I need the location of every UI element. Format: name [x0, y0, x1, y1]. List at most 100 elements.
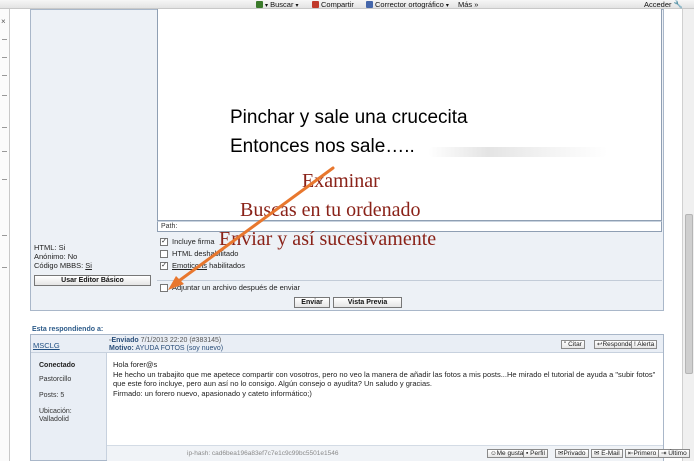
post-date: ▫Enviado 7/1/2013 22:20 (#383145) [109, 337, 223, 345]
mas-button[interactable]: Más » [458, 0, 478, 9]
annotation-line-1: Pinchar y sale una crucecita [230, 107, 468, 128]
post-meta: ▫Enviado 7/1/2013 22:20 (#383145) Motivo… [109, 337, 223, 353]
annotation-line-2: Entonces nos sale….. [230, 136, 415, 157]
send-button[interactable]: Enviar [294, 297, 330, 308]
post-signature: Firmado: un forero nuevo, apasionado y c… [113, 388, 312, 398]
sidebar-marker [2, 75, 7, 76]
share-icon [312, 1, 319, 8]
mbbs-setting: Código MBBS: Si [34, 261, 92, 270]
ip-hash: ip-hash: cad6bea196a83ef7c7e1c9c99bc5501… [187, 450, 339, 457]
close-icon[interactable]: × [1, 17, 6, 26]
scrollbar-thumb[interactable] [685, 214, 693, 374]
first-button[interactable]: ⇤Primero [625, 449, 660, 458]
quote-button[interactable]: " Citar [561, 340, 585, 349]
acceder-label: Acceder [644, 0, 672, 9]
last-button[interactable]: ⇥ Último [658, 449, 690, 458]
sent-date: 7/1/2013 22:20 (#383145) [140, 337, 222, 344]
mas-label: Más [458, 0, 473, 9]
mbbs-link[interactable]: Si [85, 261, 92, 270]
motivo-label: Motivo: [109, 345, 134, 352]
email-button[interactable]: ✉ E-Mail [591, 449, 623, 458]
options-divider [157, 280, 662, 281]
corrector-label: Corrector ortográfico [375, 0, 444, 9]
emoticons-checkbox[interactable] [160, 262, 168, 270]
basic-editor-button[interactable]: Usar Editor Básico [34, 275, 151, 286]
replying-to-header: Esta respondiendo a: [32, 326, 104, 333]
post-footer-bar: ip-hash: cad6bea196a83ef7c7e1c9c99bc5501… [107, 445, 690, 461]
like-button[interactable]: ☺Me gusta [487, 449, 527, 458]
email-label: E-Mail [601, 450, 620, 457]
attach-option-row: Adjuntar un archivo después de enviar [157, 282, 657, 294]
include-signature-checkbox[interactable] [160, 238, 168, 246]
sidebar-marker [2, 95, 7, 96]
emoticons-option[interactable]: Emoticons habilitados [157, 260, 657, 272]
user-location-label: Ubicación: [39, 408, 72, 415]
annotation-step-enviar: Enviar y así sucesivamente [219, 228, 437, 250]
post-subject: Motivo: AYUDA FOTOS (soy nuevo) [109, 345, 223, 353]
blurred-text [428, 147, 608, 157]
path-label: Path: [161, 223, 178, 230]
post-author-link[interactable]: MSCLG [33, 341, 60, 350]
option-label: habilitados [207, 261, 245, 270]
user-rank: Pastorcillo [39, 376, 72, 383]
compartir-button[interactable]: Compartir [312, 0, 354, 9]
like-label: Me gusta [496, 450, 524, 457]
sidebar-marker [2, 235, 7, 236]
alert-icon: ! [634, 341, 636, 348]
sidebar-marker [2, 179, 7, 180]
emoticons-link[interactable]: Emoticons [172, 261, 207, 270]
post-greeting: Hola forer@s [113, 360, 158, 369]
sidebar-marker [2, 127, 7, 128]
email-icon: ✉ [594, 450, 600, 457]
acceder-button[interactable]: Acceder 🔧 [644, 0, 683, 9]
buscar-label: Buscar [270, 0, 294, 9]
mbbs-label: Código MBBS: [34, 261, 86, 270]
quote-icon: " [564, 341, 567, 348]
annotation-step-buscas: Buscas en tu ordenado [240, 199, 421, 221]
buscar-button[interactable]: ▾ Buscar ▾ [256, 0, 299, 9]
annotation-step-examinar: Examinar [302, 170, 380, 192]
chevron-double-right-icon: » [474, 0, 479, 9]
compartir-label: Compartir [321, 0, 354, 9]
alert-label: Alerta [637, 341, 655, 348]
anonymous-setting: Anónimo: No [34, 252, 78, 261]
wrench-icon: 🔧 [673, 0, 683, 9]
search-icon [256, 1, 263, 8]
alert-button[interactable]: ! Alerta [631, 340, 658, 349]
profile-label: Perfil [530, 450, 545, 457]
html-disabled-checkbox[interactable] [160, 250, 168, 258]
corrector-button[interactable]: Corrector ortográfico ▾ [366, 0, 449, 9]
reply-label: Responder [602, 341, 635, 348]
last-icon: ⇥ [661, 450, 667, 457]
attach-file-checkbox[interactable] [160, 284, 168, 292]
left-sidebar: × [0, 9, 10, 461]
sidebar-marker [2, 57, 7, 58]
quote-label: Citar [568, 341, 582, 348]
private-label: Privado [563, 450, 586, 457]
user-post-count: Posts: 5 [39, 392, 65, 399]
post-header-bar: MSCLG ▫Enviado 7/1/2013 22:20 (#383145) … [31, 335, 663, 353]
spellcheck-icon [366, 1, 373, 8]
profile-icon: ▪ [526, 450, 529, 457]
preview-button[interactable]: Vista Previa [333, 297, 402, 308]
first-label: Primero [633, 450, 657, 457]
html-setting: HTML: Si [34, 243, 66, 252]
post-user-info: Conectado Pastorcillo Posts: 5 Ubicación… [31, 353, 107, 460]
option-label: Incluye firma [172, 237, 215, 246]
browser-toolbar: ▾ Buscar ▾ Compartir Corrector ortográfi… [0, 0, 694, 9]
private-message-button[interactable]: ✉Privado [555, 449, 589, 458]
attach-file-option[interactable]: Adjuntar un archivo después de enviar [157, 282, 657, 294]
like-icon: ☺ [490, 450, 497, 457]
sidebar-marker [2, 267, 7, 268]
option-label: Adjuntar un archivo después de enviar [172, 283, 300, 292]
post-message: He hecho un trabajito que me apetece com… [113, 369, 656, 389]
quoted-post: MSCLG ▫Enviado 7/1/2013 22:20 (#383145) … [30, 334, 690, 461]
post-body: Hola forer@s He hecho un trabajito que m… [113, 360, 658, 398]
profile-button[interactable]: ▪ Perfil [523, 449, 548, 458]
motivo-text: AYUDA FOTOS (soy nuevo) [135, 345, 224, 352]
online-status: Conectado [39, 362, 76, 369]
sent-label: Enviado [111, 337, 139, 344]
page-scrollbar[interactable] [682, 9, 694, 461]
posting-rules: HTML: Si Anónimo: No Código MBBS: Si [34, 243, 92, 270]
last-label: Último [668, 450, 687, 457]
